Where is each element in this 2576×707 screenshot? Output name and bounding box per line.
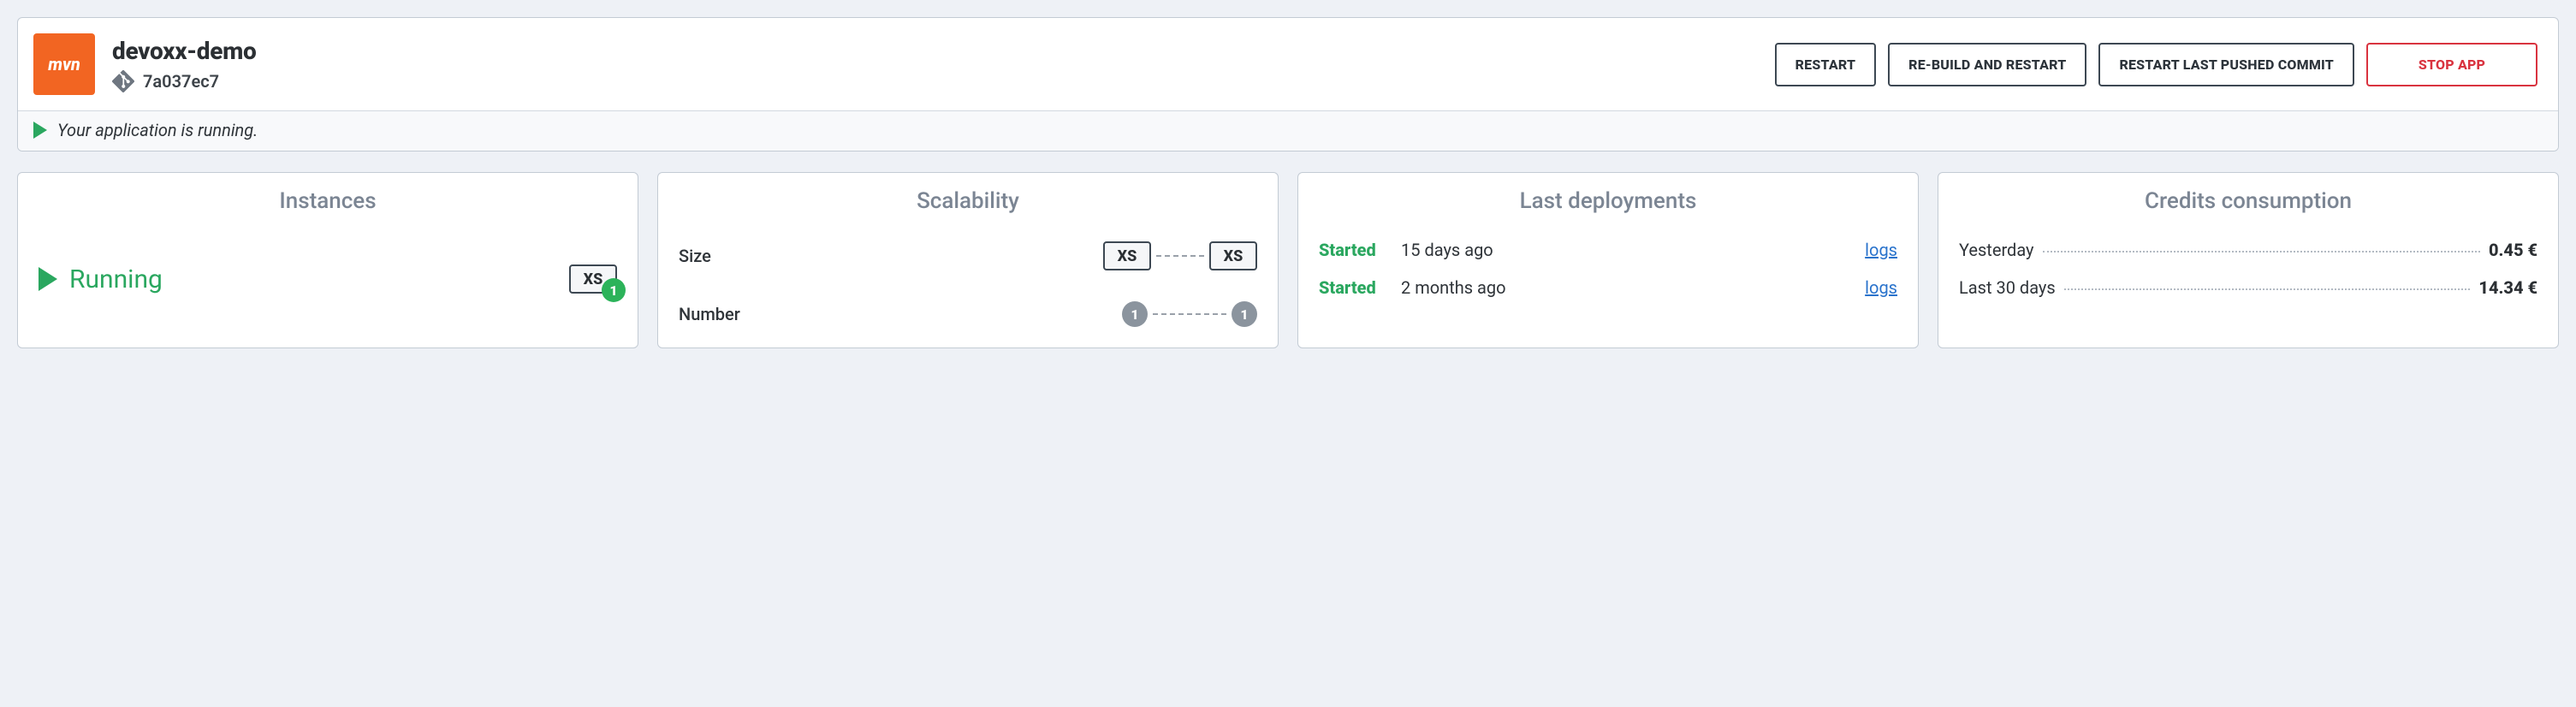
scalability-number-row: Number 1 1 [679, 301, 1257, 327]
credits-card: Credits consumption Yesterday 0.45 € Las… [1938, 172, 2559, 348]
instance-state-group: Running [39, 264, 163, 294]
commit-row: 7a037ec7 [112, 70, 1758, 92]
credit-label: Last 30 days [1959, 277, 2056, 298]
number-max: 1 [1232, 301, 1257, 327]
range-dash-icon [1156, 255, 1204, 257]
dotted-separator [2043, 251, 2480, 253]
instances-body: Running XS 1 [39, 231, 617, 327]
size-label: Size [679, 246, 711, 266]
toolbar: RESTART RE-BUILD AND RESTART RESTART LAS… [1775, 43, 2537, 86]
number-min: 1 [1122, 301, 1148, 327]
commit-id: 7a037ec7 [143, 71, 219, 92]
number-range: 1 1 [1122, 301, 1257, 327]
instances-title: Instances [39, 188, 617, 214]
number-label: Number [679, 304, 740, 324]
credit-value: 14.34 € [2478, 277, 2537, 298]
deployment-time: 2 months ago [1401, 277, 1849, 298]
play-icon [33, 122, 47, 139]
deployment-row: Started 15 days ago logs [1319, 240, 1897, 260]
restart-last-commit-button[interactable]: RESTART LAST PUSHED COMMIT [2098, 43, 2354, 86]
scalability-card: Scalability Size XS XS Number 1 1 [657, 172, 1279, 348]
status-message: Your application is running. [57, 120, 258, 140]
credit-value: 0.45 € [2489, 240, 2537, 260]
restart-button[interactable]: RESTART [1775, 43, 1877, 86]
app-name: devoxx-demo [112, 37, 1758, 65]
scalability-title: Scalability [679, 188, 1257, 214]
header-status-bar: Your application is running. [18, 110, 2558, 151]
cards-grid: Instances Running XS 1 Scalability Size … [17, 172, 2559, 348]
dotted-separator [2064, 288, 2471, 290]
credit-row: Yesterday 0.45 € [1959, 240, 2537, 260]
app-meta: devoxx-demo 7a037ec7 [112, 37, 1758, 92]
credit-row: Last 30 days 14.34 € [1959, 277, 2537, 298]
instances-card: Instances Running XS 1 [17, 172, 638, 348]
deployment-time: 15 days ago [1401, 240, 1849, 260]
deployments-title: Last deployments [1319, 188, 1897, 214]
rebuild-restart-button[interactable]: RE-BUILD AND RESTART [1888, 43, 2086, 86]
size-range: XS XS [1103, 241, 1257, 270]
instance-count: 1 [602, 278, 626, 302]
deployment-logs-link[interactable]: logs [1865, 240, 1897, 260]
deployment-status: Started [1319, 240, 1386, 260]
logo-text: mvn [48, 54, 80, 74]
credits-title: Credits consumption [1959, 188, 2537, 214]
credit-label: Yesterday [1959, 240, 2034, 260]
deployment-logs-link[interactable]: logs [1865, 277, 1897, 298]
app-logo: mvn [33, 33, 95, 95]
deployments-card: Last deployments Started 15 days ago log… [1297, 172, 1919, 348]
git-icon [112, 70, 134, 92]
instance-state: Running [69, 264, 163, 294]
range-dash-icon [1153, 313, 1226, 315]
stop-app-button[interactable]: STOP APP [2366, 43, 2537, 86]
size-min: XS [1103, 241, 1151, 270]
scalability-size-row: Size XS XS [679, 241, 1257, 270]
deployment-row: Started 2 months ago logs [1319, 277, 1897, 298]
instance-size-badge: XS 1 [569, 264, 617, 294]
app-header-card: mvn devoxx-demo 7a037ec7 RESTART RE-BUIL… [17, 17, 2559, 152]
header-top: mvn devoxx-demo 7a037ec7 RESTART RE-BUIL… [18, 18, 2558, 110]
play-icon [39, 267, 57, 291]
deployment-status: Started [1319, 277, 1386, 298]
size-max: XS [1209, 241, 1257, 270]
